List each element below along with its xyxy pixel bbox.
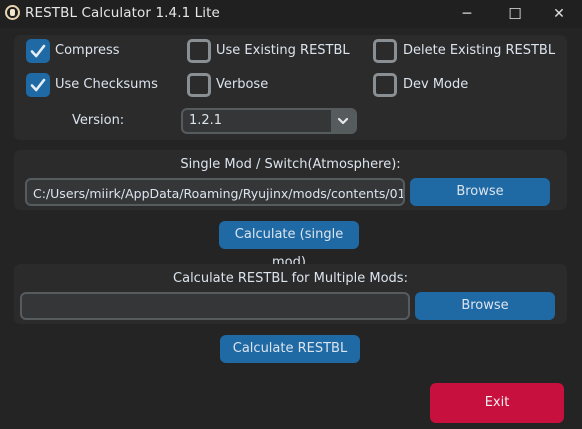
use-existing-restbl-checkbox[interactable] — [187, 39, 211, 63]
app-icon — [5, 5, 20, 20]
checkmark-icon — [30, 44, 46, 58]
use-checksums-checkbox[interactable] — [26, 73, 50, 97]
multi-mod-heading: Calculate RESTBL for Multiple Mods: — [173, 271, 408, 286]
verbose-label: Verbose — [216, 77, 269, 92]
multi-mod-browse-button[interactable]: Browse — [415, 292, 555, 320]
single-mod-heading: Single Mod / Switch(Atmosphere): — [180, 157, 401, 172]
window-title: RESTBL Calculator 1.4.1 Lite — [25, 5, 220, 21]
version-dropdown[interactable]: 1.2.1 — [181, 108, 357, 134]
use-existing-restbl-label: Use Existing RESTBL — [216, 43, 350, 58]
single-mod-path-input[interactable]: C:/Users/miirk/AppData/Roaming/Ryujinx/m… — [25, 178, 405, 206]
delete-existing-restbl-label: Delete Existing RESTBL — [403, 43, 556, 58]
close-button[interactable]: ✕ — [536, 0, 582, 28]
exit-button[interactable]: Exit — [430, 383, 564, 423]
calculate-single-mod-button[interactable]: Calculate (single mod) — [219, 221, 359, 270]
version-label: Version: — [72, 113, 125, 128]
single-mod-browse-button[interactable]: Browse — [410, 178, 550, 206]
compress-checkbox[interactable] — [26, 39, 50, 63]
dropdown-arrow-button[interactable] — [331, 110, 355, 132]
dev-mode-label: Dev Mode — [403, 77, 469, 92]
maximize-button[interactable]: ☐ — [492, 0, 538, 28]
verbose-checkbox[interactable] — [187, 73, 211, 97]
checkmark-icon — [30, 78, 46, 92]
delete-existing-restbl-checkbox[interactable] — [373, 39, 397, 63]
use-checksums-label: Use Checksums — [55, 77, 158, 92]
dev-mode-checkbox[interactable] — [373, 73, 397, 97]
calculate-restbl-button[interactable]: Calculate RESTBL — [220, 335, 360, 363]
minimize-button[interactable]: ─ — [444, 0, 490, 28]
version-value: 1.2.1 — [189, 113, 223, 128]
compress-label: Compress — [55, 43, 120, 58]
chevron-down-icon — [337, 117, 349, 125]
multi-mod-path-input[interactable] — [20, 292, 410, 320]
